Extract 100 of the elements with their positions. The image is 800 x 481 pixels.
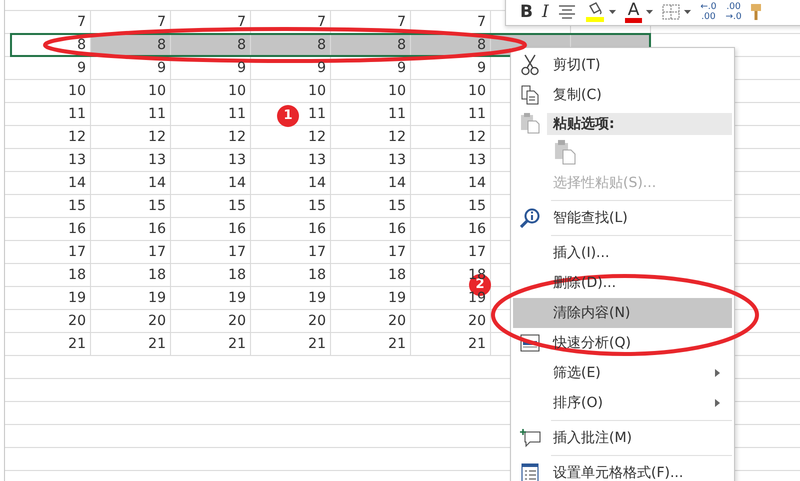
table-cell: 18 [171, 264, 251, 287]
table-cell: 16 [91, 218, 171, 241]
table-cell: 15 [411, 195, 491, 218]
table-cell: 13 [251, 149, 331, 172]
table-cell: 19 [251, 287, 331, 310]
table-cell: 19 [331, 287, 411, 310]
table-cell: 21 [10, 333, 91, 356]
scissors-icon [521, 54, 539, 76]
increase-decimal-button[interactable]: ←.0 .00 [700, 2, 716, 22]
table-cell: 16 [251, 218, 331, 241]
table-cell: 16 [10, 218, 91, 241]
table-cell: 7 [10, 11, 91, 34]
clipboard-icon [520, 112, 540, 134]
table-cell: 10 [91, 80, 171, 103]
table-cell: 10 [251, 80, 331, 103]
table-cell: 14 [331, 172, 411, 195]
table-cell: 20 [171, 310, 251, 333]
table-cell: 17 [10, 241, 91, 264]
copy-icon [521, 85, 539, 105]
table-cell: 17 [331, 241, 411, 264]
table-cell: 21 [251, 333, 331, 356]
menu-item[interactable]: 插入批注(M) [513, 423, 732, 453]
table-cell: 20 [10, 310, 91, 333]
menu-item[interactable]: 剪切(T) [513, 50, 732, 80]
magnifier-icon [520, 208, 540, 228]
table-cell: 13 [171, 149, 251, 172]
table-cell: 15 [171, 195, 251, 218]
table-cell: 9 [171, 57, 251, 80]
table-cell: 12 [411, 126, 491, 149]
table-cell: 9 [10, 57, 91, 80]
table-cell: 12 [331, 126, 411, 149]
table-cell: 13 [10, 149, 91, 172]
menu-item[interactable]: 排序(O) [513, 388, 732, 418]
table-cell: 14 [91, 172, 171, 195]
caret-icon[interactable] [608, 10, 616, 14]
table-cell: 7 [411, 11, 491, 34]
table-cell: 10 [411, 80, 491, 103]
paint-bucket-icon[interactable] [584, 2, 605, 22]
table-cell: 11 [411, 103, 491, 126]
table-cell: 11 [171, 103, 251, 126]
caret-icon[interactable] [684, 10, 692, 14]
table-cell: 16 [411, 218, 491, 241]
brush-icon[interactable] [750, 3, 761, 21]
table-cell: 10 [171, 80, 251, 103]
bold-button[interactable]: B [520, 2, 533, 22]
table-cell: 21 [91, 333, 171, 356]
table-cell: 12 [91, 126, 171, 149]
table-cell: 18 [331, 264, 411, 287]
table-cell: 14 [10, 172, 91, 195]
table-cell: 11 [331, 103, 411, 126]
table-cell: 16 [171, 218, 251, 241]
menu-item[interactable]: 设置单元格格式(F)... [513, 458, 732, 481]
menu-item[interactable]: 智能查找(L) [513, 203, 732, 233]
menu-item[interactable]: 快速分析(Q) [513, 328, 732, 358]
table-cell: 16 [331, 218, 411, 241]
table-cell: 9 [411, 57, 491, 80]
table-cell: 19 [91, 287, 171, 310]
table-cell: 21 [411, 333, 491, 356]
table-cell: 17 [91, 241, 171, 264]
table-cell: 20 [331, 310, 411, 333]
table-cell: 15 [251, 195, 331, 218]
table-cell: 13 [411, 149, 491, 172]
table-cell: 17 [171, 241, 251, 264]
table-cell: 10 [331, 80, 411, 103]
italic-button[interactable]: I [542, 2, 549, 22]
borders-icon[interactable] [662, 4, 680, 20]
menu-item[interactable]: 复制(C) [513, 80, 732, 110]
table-cell: 9 [91, 57, 171, 80]
step-badge: 1 [277, 105, 299, 127]
table-cell: 15 [331, 195, 411, 218]
font-color-button[interactable]: A [624, 2, 642, 22]
table-cell: 15 [10, 195, 91, 218]
table-cell: 12 [10, 126, 91, 149]
table-cell: 18 [251, 264, 331, 287]
table-cell: 12 [171, 126, 251, 149]
menu-item[interactable]: 清除内容(N) [513, 298, 732, 328]
table-cell: 17 [251, 241, 331, 264]
table-cell: 21 [171, 333, 251, 356]
table-cell: 7 [91, 11, 171, 34]
table-cell: 13 [91, 149, 171, 172]
table-cell: 19 [171, 287, 251, 310]
table-cell: 7 [331, 11, 411, 34]
center-align-icon[interactable] [558, 5, 576, 19]
table-cell: 14 [171, 172, 251, 195]
caret-icon[interactable] [646, 10, 654, 14]
menu-item[interactable]: 筛选(E) [513, 358, 732, 388]
table-cell: 17 [411, 241, 491, 264]
table-cell: 11 [91, 103, 171, 126]
table-cell: 15 [91, 195, 171, 218]
table-cell: 20 [91, 310, 171, 333]
table-cell: 9 [251, 57, 331, 80]
table-cell: 11 [10, 103, 91, 126]
table-cell: 18 [10, 264, 91, 287]
paste-options-heading: 粘贴选项: [547, 113, 732, 135]
comment-icon [519, 428, 541, 448]
menu-item[interactable]: 插入(I)... [513, 238, 732, 268]
table-cell: 7 [251, 11, 331, 34]
table-cell: 9 [331, 57, 411, 80]
decrease-decimal-button[interactable]: .00 →.0 [725, 2, 742, 22]
table-cell: 18 [91, 264, 171, 287]
